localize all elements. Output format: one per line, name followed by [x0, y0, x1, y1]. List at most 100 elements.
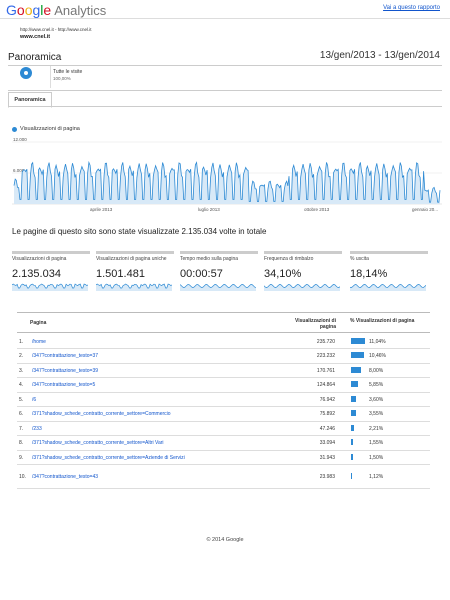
row-views: 75.892 [319, 411, 335, 417]
row-index: 7. [19, 426, 24, 432]
table-row[interactable]: 5. /6 76.942 3,60% [17, 392, 430, 407]
x-tick-label: ottobre 2013 [304, 207, 330, 212]
row-index: 2. [19, 353, 24, 359]
table-top-border [17, 312, 430, 313]
table-row[interactable]: 3. /347?contrattazione_testo=39 170.761 8,0… [17, 363, 430, 378]
row-page-link[interactable]: /371?shadow_schede_contratto_corrente_se… [32, 440, 164, 446]
row-index: 4. [19, 382, 24, 388]
row-pct: 10,46% [369, 353, 386, 359]
row-page-link[interactable]: /233 [32, 426, 42, 432]
row-pct: 11,04% [369, 339, 386, 345]
site-urls: http://www.cnel.it - http://www.cnel.it [20, 27, 92, 32]
sparkline-area [180, 284, 256, 291]
metric-sparkline [350, 284, 426, 291]
row-page-link[interactable]: /371?shadow_schede_contratto_corrente_se… [32, 411, 171, 417]
google-analytics-logo: Google Analytics [6, 2, 106, 18]
date-range[interactable]: 13/gen/2013 - 13/gen/2014 [320, 50, 440, 61]
y-tick-label: 12.000 [13, 137, 27, 142]
metric-unique-pageviews[interactable]: Visualizzazioni di pagina uniche 1.501.4… [96, 251, 174, 294]
row-page-link[interactable]: /6 [32, 397, 36, 403]
row-pct: 2,21% [369, 426, 384, 432]
metric-label: Tempo medio sulla pagina [180, 256, 239, 262]
metric-avg-time[interactable]: Tempo medio sulla pagina 00:00:57 [180, 251, 258, 294]
row-share-bar [351, 425, 354, 431]
row-pct: 1,50% [369, 455, 384, 461]
row-views: 33.094 [319, 440, 335, 446]
row-index: 8. [19, 440, 24, 446]
row-views: 23.983 [319, 474, 335, 480]
sparkline-line [350, 284, 426, 288]
metric-value: 2.135.034 [12, 268, 61, 280]
sparkline-line [264, 284, 340, 288]
row-index: 3. [19, 368, 24, 374]
metric-sparkline [264, 284, 340, 291]
metric-sparkline [96, 283, 172, 291]
metric-pageviews[interactable]: Visualizzazioni di pagina 2.135.034 [12, 251, 90, 294]
logo-letter: e [43, 2, 52, 18]
column-header-views[interactable]: Visualizzazioni di pagina [290, 318, 336, 330]
table-row[interactable]: 8. /371?shadow_schede_contratto_corrente_… [17, 435, 430, 451]
row-index: 10. [19, 474, 26, 480]
report-link[interactable]: Vai a questo rapporto [383, 5, 440, 11]
row-views: 31.943 [319, 455, 335, 461]
row-share-bar [351, 473, 353, 479]
legend-marker-icon [12, 127, 17, 132]
row-pct: 3,60% [369, 397, 384, 403]
row-index: 1. [19, 339, 24, 345]
x-tick-label: aprile 2013 [90, 207, 113, 212]
metric-label: Frequenza di rimbalzo [264, 256, 314, 262]
table-row[interactable]: 4. /347?contrattazione_testo=5 124.864 5,85… [17, 377, 430, 393]
row-page-link[interactable]: /347?contrattazione_testo=37 [32, 353, 98, 359]
row-pct: 5,85% [369, 382, 384, 388]
summary-title: Le pagine di questo sito sono state visu… [12, 227, 267, 236]
table-row[interactable]: 7. /233 47.246 2,21% [17, 421, 430, 436]
segment-percent: 100,00% [53, 76, 71, 81]
table-header-border [17, 332, 430, 333]
row-share-bar [351, 352, 365, 358]
pageviews-chart[interactable]: 12.000 6.000 aprile 2013 luglio 2013 ott… [12, 135, 442, 215]
metric-sparkline [12, 283, 88, 291]
chart-legend: Visualizzazioni di pagina [20, 126, 80, 132]
table-row[interactable]: 10. /347?contrattazione_testo=43 23.983 1,1… [17, 464, 430, 489]
metric-value: 00:00:57 [180, 268, 223, 280]
row-views: 223.232 [316, 353, 335, 359]
footer-copyright: © 2014 Google [206, 537, 244, 543]
page-title: Panoramica [8, 52, 62, 63]
table-row[interactable]: 2. /347?contrattazione_testo=37 223.232 10,… [17, 348, 430, 364]
table-row[interactable]: 6. /371?shadow_schede_contratto_corrente_… [17, 406, 430, 422]
logo-letter: G [6, 2, 17, 18]
metric-label: % uscita [350, 256, 369, 262]
table-row[interactable]: 9. /371?shadow_schede_contratto_corrente_… [17, 450, 430, 465]
row-pct: 8,00% [369, 368, 384, 374]
column-header-views-pct[interactable]: % Visualizzazioni di pagina [350, 318, 430, 324]
metric-value: 1.501.481 [96, 268, 145, 280]
row-share-bar [351, 367, 362, 373]
row-page-link[interactable]: /371?shadow_schede_contratto_corrente_se… [32, 455, 185, 461]
row-index: 5. [19, 397, 24, 403]
header-divider [0, 18, 450, 19]
row-pct: 1,55% [369, 440, 384, 446]
row-views: 235.720 [316, 339, 335, 345]
column-header-page[interactable]: Pagina [30, 320, 46, 326]
row-page-link[interactable]: /347?contrattazione_testo=5 [32, 382, 95, 388]
row-pct: 3,55% [369, 411, 384, 417]
row-share-bar [351, 381, 359, 387]
segment-ring-icon [20, 67, 32, 79]
row-pct: 1,12% [369, 474, 384, 480]
row-views: 76.942 [319, 397, 335, 403]
metric-exit-rate[interactable]: % uscita 18,14% [350, 251, 428, 294]
table-row[interactable]: 1. /home 235.720 11,04% [17, 334, 430, 349]
row-share-bar [351, 410, 356, 416]
site-name: www.cnel.it [20, 34, 51, 40]
metric-bounce-rate[interactable]: Frequenza di rimbalzo 34,10% [264, 251, 342, 294]
tab-divider [8, 106, 442, 107]
segment-divider [50, 66, 51, 88]
row-views: 124.864 [316, 382, 335, 388]
metric-value: 18,14% [350, 268, 388, 280]
segment-name[interactable]: Tutte le visite [53, 69, 82, 75]
row-page-link[interactable]: /347?contrattazione_testo=43 [32, 474, 98, 480]
product-name: Analytics [54, 3, 107, 18]
row-page-link[interactable]: /home [32, 339, 46, 345]
row-page-link[interactable]: /347?contrattazione_testo=39 [32, 368, 98, 374]
row-share-bar [351, 454, 353, 460]
